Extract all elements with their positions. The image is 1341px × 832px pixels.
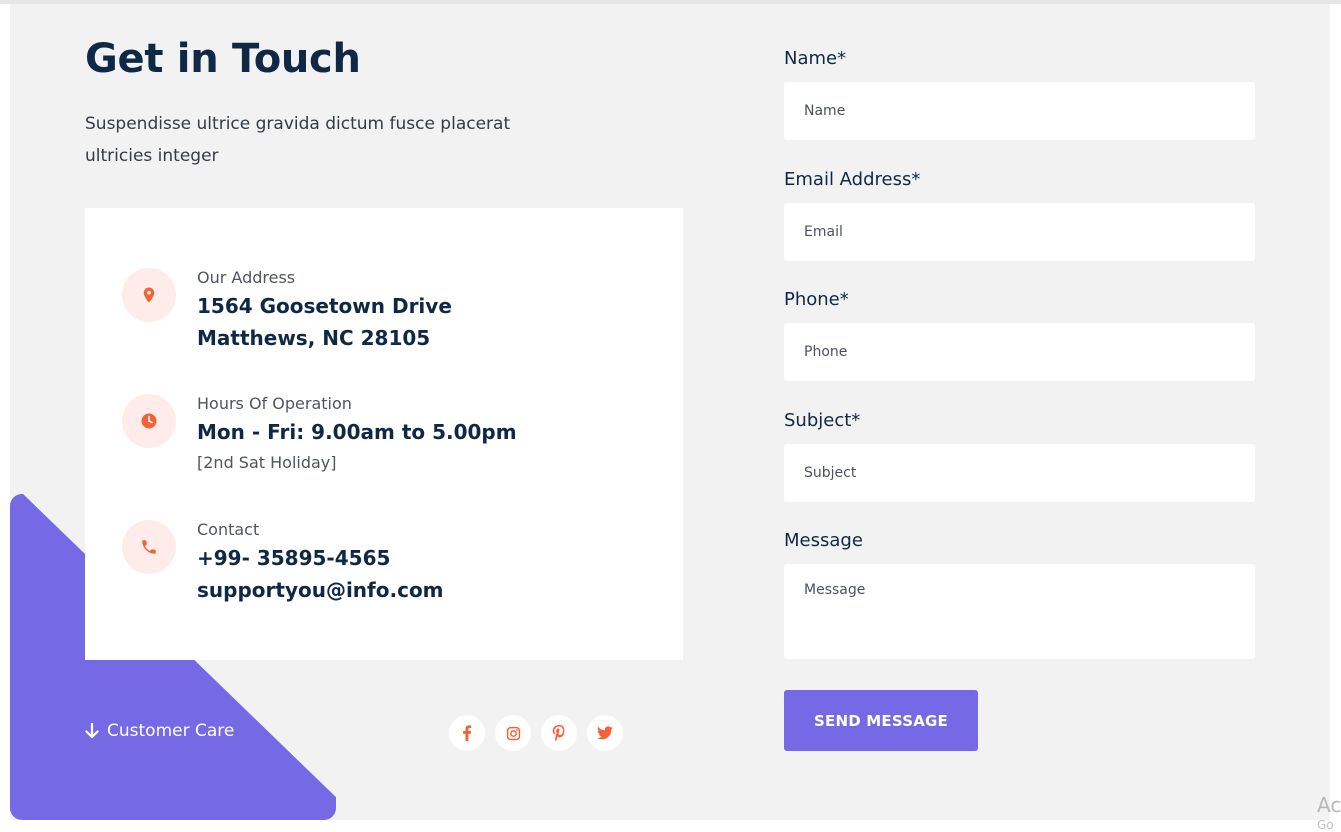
hours-note: [2nd Sat Holiday] — [197, 453, 337, 472]
customer-care-link[interactable]: Customer Care — [85, 721, 234, 741]
address-label: Our Address — [197, 268, 296, 287]
activation-watermark-sub: Go — [1317, 818, 1334, 832]
page-title: Get in Touch — [85, 36, 361, 82]
contact-section: Get in Touch Suspendisse ultrice gravida… — [10, 4, 1330, 820]
message-textarea[interactable] — [784, 564, 1255, 659]
phone-label: Phone* — [784, 289, 849, 310]
facebook-link[interactable] — [449, 715, 485, 751]
location-pin-icon — [122, 268, 176, 322]
email-input[interactable] — [784, 203, 1255, 261]
message-label: Message — [784, 530, 863, 551]
phone-input[interactable] — [784, 323, 1255, 381]
hours-value: Mon - Fri: 9.00am to 5.00pm — [197, 420, 517, 444]
arrow-down-icon — [85, 723, 99, 739]
intro-text: Suspendisse ultrice gravida dictum fusce… — [85, 114, 511, 166]
twitter-icon — [597, 726, 613, 740]
address-line-2: Matthews, NC 28105 — [197, 326, 431, 350]
phone-number[interactable]: +99- 35895-4565 — [197, 542, 637, 574]
send-message-button[interactable]: SEND MESSAGE — [784, 690, 978, 751]
name-input[interactable] — [784, 82, 1255, 140]
name-label: Name* — [784, 48, 847, 69]
email-address[interactable]: supportyou@info.com — [197, 574, 637, 606]
twitter-link[interactable] — [587, 715, 623, 751]
instagram-icon — [506, 726, 520, 740]
subject-label: Subject* — [784, 410, 861, 431]
clock-icon — [122, 394, 176, 448]
instagram-link[interactable] — [495, 715, 531, 751]
facebook-icon — [463, 725, 472, 741]
pinterest-icon — [552, 725, 565, 741]
hours-label: Hours Of Operation — [197, 394, 352, 413]
address-line-1: 1564 Goosetown Drive — [197, 294, 452, 318]
contact-label: Contact — [197, 520, 260, 539]
email-label: Email Address* — [784, 169, 921, 190]
activation-watermark: Ac — [1317, 793, 1341, 817]
contact-info-card: Our Address 1564 Goosetown Drive Matthew… — [85, 208, 683, 660]
pinterest-link[interactable] — [541, 715, 577, 751]
phone-icon — [122, 520, 176, 574]
subject-input[interactable] — [784, 444, 1255, 502]
customer-care-label: Customer Care — [107, 721, 235, 741]
